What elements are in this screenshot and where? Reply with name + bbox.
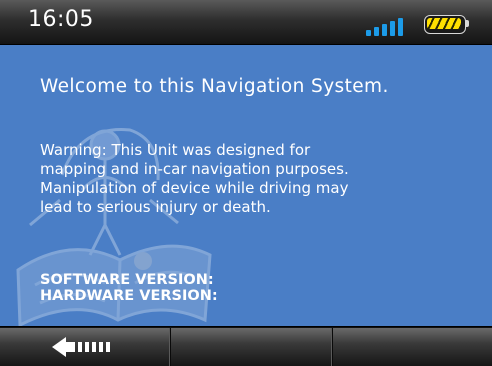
status-bar: 16:05 <box>0 0 492 45</box>
welcome-panel: Welcome to this Navigation System. Warni… <box>0 45 492 326</box>
version-info: SOFTWARE VERSION: HARDWARE VERSION: <box>40 272 218 304</box>
signal-strength-icon <box>366 18 410 36</box>
software-version-label: SOFTWARE VERSION: <box>40 272 214 288</box>
back-button[interactable] <box>0 328 171 366</box>
back-arrow-icon <box>52 337 110 357</box>
battery-icon <box>424 15 470 34</box>
toolbar-button-right[interactable] <box>333 328 492 366</box>
battery-level-fill <box>427 18 461 29</box>
clock: 16:05 <box>28 7 94 32</box>
toolbar-button-middle[interactable] <box>171 328 333 366</box>
welcome-title: Welcome to this Navigation System. <box>40 76 389 97</box>
bottom-toolbar <box>0 327 492 366</box>
warning-text: Warning: This Unit was designed for mapp… <box>40 141 349 216</box>
hardware-version-label: HARDWARE VERSION: <box>40 288 218 304</box>
